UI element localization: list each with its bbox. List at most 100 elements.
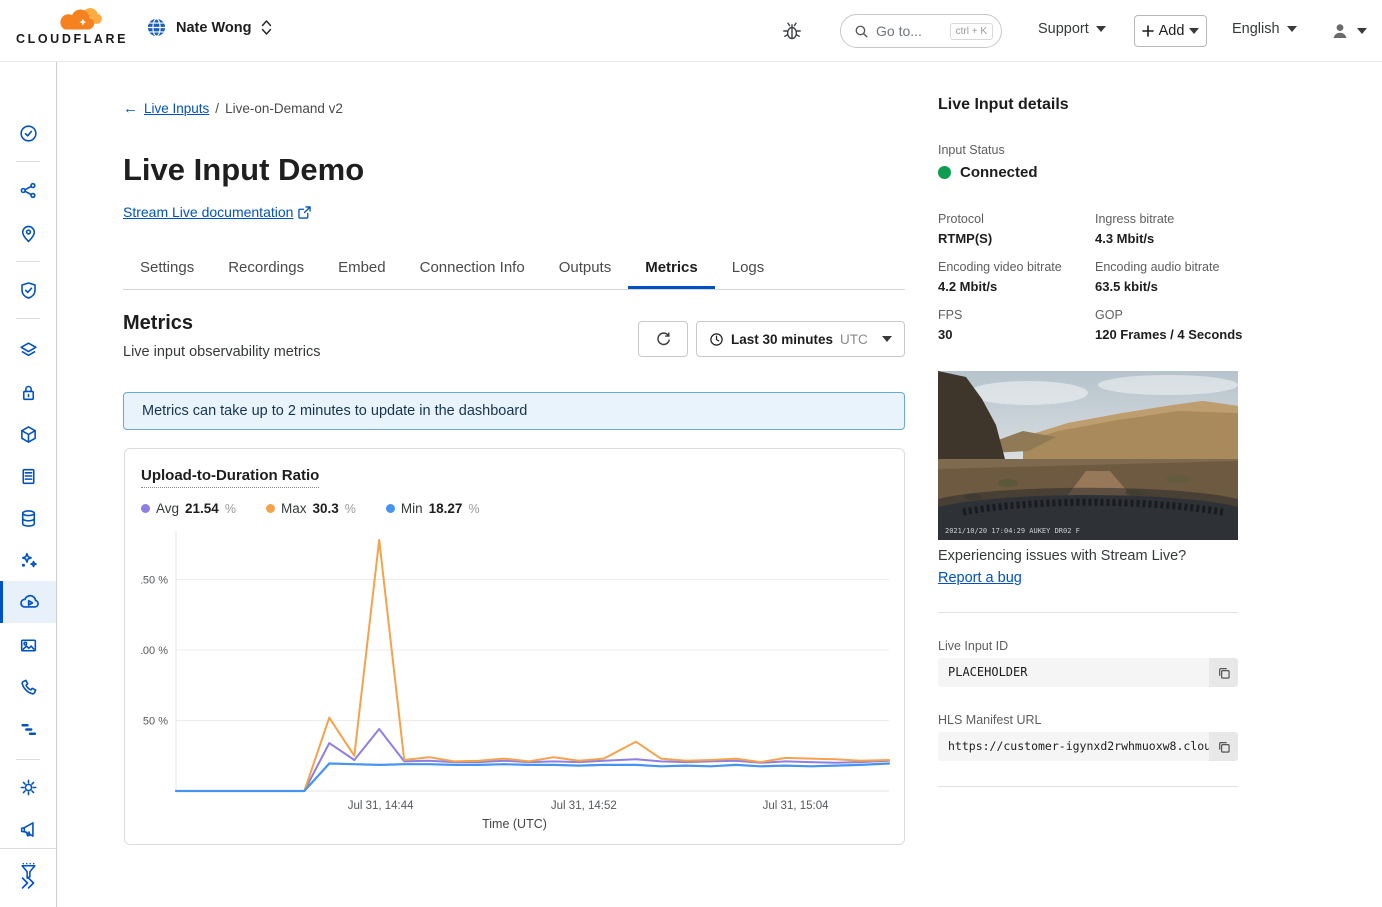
report-bug-link[interactable]: Report a bug (938, 570, 1022, 586)
copy-icon (1217, 740, 1231, 754)
svg-text:Jul 31, 14:52: Jul 31, 14:52 (551, 800, 617, 812)
user-menu[interactable] (1330, 21, 1367, 41)
breadcrumb-live-inputs-link[interactable]: Live Inputs (144, 101, 209, 116)
sidebar-item-traffic[interactable] (0, 169, 56, 211)
hls-manifest-url-value[interactable]: https://customer-igynxd2rwhmuoxw8.cloudf (938, 732, 1209, 761)
dashcam-timestamp-overlay: 2021/10/20 17:04:29 AUKEY DR02 F (945, 527, 1080, 535)
stream-docs-link[interactable]: Stream Live documentation (123, 204, 311, 220)
location-pin-icon (18, 223, 39, 244)
chevron-down-icon (1096, 26, 1106, 32)
language-menu[interactable]: English (1232, 21, 1297, 37)
detail-field-label: Protocol (938, 212, 1088, 226)
legend-dot (266, 504, 275, 513)
input-status-label: Input Status (938, 143, 1005, 157)
zaraz-bars-icon (18, 719, 39, 740)
globe-icon (146, 17, 167, 38)
cloudflare-dashboard: CLOUDFLARE Nate Wong Go to... (0, 0, 1382, 907)
sidebar-item-stream[interactable] (0, 581, 56, 623)
ai-sparkles-icon (18, 550, 39, 571)
sidebar-item-time-clock[interactable] (0, 112, 56, 154)
time-range-dropdown[interactable]: Last 30 minutes UTC (696, 321, 905, 357)
live-input-id-value[interactable]: PLACEHOLDER (938, 658, 1209, 687)
hls-manifest-url-field: https://customer-igynxd2rwhmuoxw8.cloudf (938, 732, 1238, 761)
external-link-icon (298, 206, 311, 219)
detail-field-value: 120 Frames / 4 Seconds (1095, 327, 1245, 342)
sidebar-divider (16, 161, 40, 162)
sidebar-item-storage[interactable] (0, 455, 56, 497)
detail-field-value: 30 (938, 327, 1088, 342)
user-icon (1330, 21, 1350, 41)
ssl-lock-icon (18, 382, 39, 403)
legend-series-name: Avg (156, 501, 179, 516)
images-icon (18, 635, 39, 656)
tab-outputs[interactable]: Outputs (542, 248, 629, 289)
tab-settings[interactable]: Settings (123, 248, 211, 289)
copy-icon (1217, 666, 1231, 680)
add-button[interactable]: Add (1134, 15, 1207, 47)
chevron-down-icon (882, 336, 892, 342)
sidebar-item-database[interactable] (0, 497, 56, 539)
tab-metrics[interactable]: Metrics (628, 248, 715, 289)
clock-icon (709, 332, 724, 347)
tabs-row: SettingsRecordingsEmbedConnection InfoOu… (123, 248, 905, 290)
legend-item-avg[interactable]: Avg21.54% (141, 501, 236, 516)
stream-cloud-play-icon (19, 591, 41, 613)
settings-gear-icon (18, 777, 39, 798)
chart-title[interactable]: Upload-to-Duration Ratio (141, 467, 319, 488)
tab-logs[interactable]: Logs (715, 248, 782, 289)
sidebar-item-speed[interactable] (0, 329, 56, 371)
legend-item-max[interactable]: Max30.3% (266, 501, 356, 516)
tab-embed[interactable]: Embed (321, 248, 403, 289)
chevron-down-icon (1287, 26, 1297, 32)
breadcrumb-separator: / (215, 101, 219, 116)
plus-icon (1142, 25, 1154, 37)
sidebar-item-ssl[interactable] (0, 371, 56, 413)
sidebar-item-ai[interactable] (0, 539, 56, 581)
svg-text:150 %: 150 % (141, 575, 168, 587)
live-preview-video[interactable]: 2021/10/20 17:04:29 AUKEY DR02 F (938, 371, 1238, 540)
panel-divider (938, 612, 1238, 613)
svg-text:100 %: 100 % (141, 645, 168, 657)
sidebar-item-settings[interactable] (0, 766, 56, 808)
megaphone-icon (18, 819, 39, 840)
copy-hls-url-button[interactable] (1209, 732, 1238, 761)
tab-recordings[interactable]: Recordings (211, 248, 321, 289)
report-bug-icon[interactable] (778, 17, 806, 45)
detail-field-protocol: ProtocolRTMP(S) (938, 212, 1088, 246)
status-connected-dot (938, 166, 951, 179)
sidebar-item-location[interactable] (0, 212, 56, 254)
sidebar-collapse-button[interactable] (0, 862, 56, 904)
metrics-section-subtitle: Live input observability metrics (123, 344, 320, 360)
dashcam-preview-image: 2021/10/20 17:04:29 AUKEY DR02 F (938, 371, 1238, 540)
sidebar-item-images[interactable] (0, 624, 56, 666)
sidebar-item-zaraz[interactable] (0, 708, 56, 750)
sidebar-item-workers[interactable] (0, 413, 56, 455)
breadcrumb-current: Live-on-Demand v2 (225, 101, 343, 116)
sidebar-item-notifications[interactable] (0, 808, 56, 850)
panel-divider (938, 786, 1238, 787)
cloudflare-logo[interactable]: CLOUDFLARE (16, 7, 126, 46)
support-menu[interactable]: Support (1038, 21, 1106, 37)
sidebar-item-security[interactable] (0, 269, 56, 311)
refresh-button[interactable] (638, 321, 688, 357)
legend-dot (386, 504, 395, 513)
global-search[interactable]: Go to... ctrl + K (840, 14, 1002, 48)
chevron-down-icon (1189, 28, 1199, 34)
account-switcher[interactable]: Nate Wong (146, 17, 273, 38)
copy-live-input-id-button[interactable] (1209, 658, 1238, 687)
detail-field-gop: GOP120 Frames / 4 Seconds (1095, 308, 1245, 342)
panel-title: Live Input details (938, 96, 1069, 114)
sidebar-item-calls[interactable] (0, 666, 56, 708)
search-placeholder: Go to... (876, 23, 943, 39)
legend-item-min[interactable]: Min18.27% (386, 501, 480, 516)
tab-connection-info[interactable]: Connection Info (403, 248, 542, 289)
info-banner: Metrics can take up to 2 minutes to upda… (123, 392, 905, 430)
cloudflare-wordmark: CLOUDFLARE (16, 32, 126, 46)
search-shortcut-badge: ctrl + K (950, 23, 993, 40)
cloudflare-cloud-icon (52, 7, 102, 31)
detail-field-ingress-bitrate: Ingress bitrate4.3 Mbit/s (1095, 212, 1245, 246)
page-title: Live Input Demo (123, 152, 364, 188)
app-sidebar (0, 62, 57, 907)
detail-field-encoding-audio-bitrate: Encoding audio bitrate63.5 kbit/s (1095, 260, 1245, 294)
chart-legend: Avg21.54% Max30.3% Min18.27% (141, 501, 480, 516)
